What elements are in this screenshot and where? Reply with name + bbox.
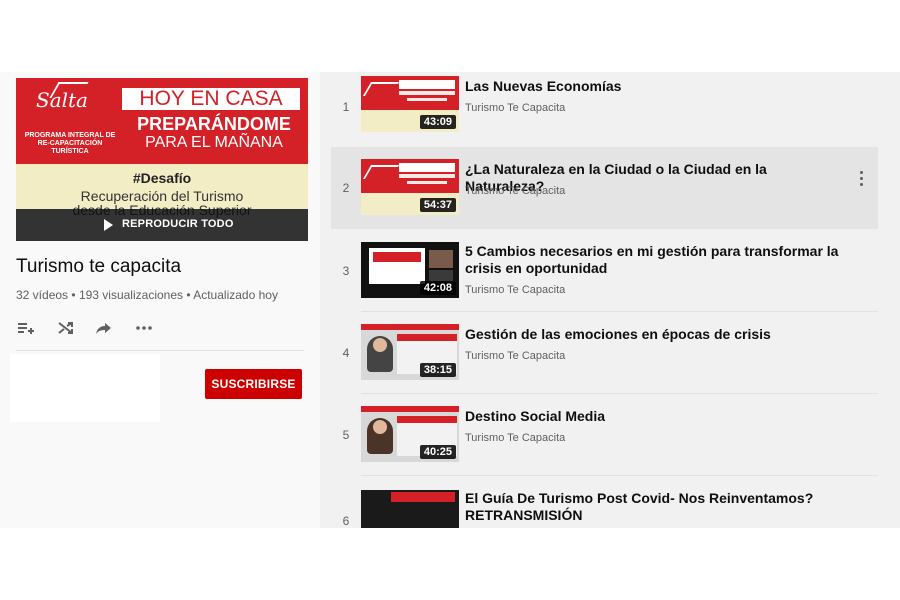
list-item[interactable]: 2 54:37 ¿La Naturaleza en la Ciudad o la… bbox=[331, 147, 878, 229]
video-thumbnail[interactable] bbox=[361, 490, 459, 528]
banner-line-1: HOY EN CASA bbox=[122, 88, 300, 110]
video-duration: 38:15 bbox=[419, 363, 456, 377]
video-index: 1 bbox=[342, 100, 350, 114]
list-item[interactable]: 4 38:15 Gestión de las emociones en époc… bbox=[331, 312, 878, 394]
video-index: 6 bbox=[342, 514, 350, 528]
video-channel[interactable]: Turismo Te Capacita bbox=[465, 185, 565, 197]
video-thumbnail[interactable]: 54:37 bbox=[361, 159, 459, 215]
video-title[interactable]: Las Nuevas Economías bbox=[465, 78, 845, 95]
video-thumbnail[interactable]: 42:08 bbox=[361, 242, 459, 298]
playlist-stats: 32 vídeos • 193 visualizaciones • Actual… bbox=[16, 288, 278, 302]
video-title[interactable]: 5 Cambios necesarios en mi gestión para … bbox=[465, 243, 845, 277]
playlist-actions bbox=[16, 318, 166, 338]
divider bbox=[16, 350, 304, 351]
salta-logo: Salta PROGRAMA INTEGRAL DE RE-CAPACITACI… bbox=[16, 78, 118, 164]
video-count: 32 vídeos bbox=[16, 288, 69, 302]
play-all-button[interactable]: REPRODUCIR TODO bbox=[16, 209, 308, 241]
playlist-banner-thumbnail[interactable]: Salta PROGRAMA INTEGRAL DE RE-CAPACITACI… bbox=[16, 78, 308, 241]
video-duration: 40:25 bbox=[419, 445, 456, 459]
video-channel[interactable]: Turismo Te Capacita bbox=[465, 350, 565, 362]
video-thumbnail[interactable]: 40:25 bbox=[361, 406, 459, 462]
video-duration: 54:37 bbox=[419, 198, 456, 212]
playlist-video-list: 1 43:09 Las Nuevas Economías Turismo Te … bbox=[331, 72, 900, 528]
video-channel[interactable]: Turismo Te Capacita bbox=[465, 284, 565, 296]
video-channel[interactable]: Turismo Te Capacita bbox=[465, 102, 565, 114]
channel-owner-area bbox=[10, 354, 160, 422]
video-title[interactable]: Gestión de las emociones en épocas de cr… bbox=[465, 326, 845, 343]
playlist-title[interactable]: Turismo te capacita bbox=[16, 256, 181, 278]
video-duration: 42:08 bbox=[419, 281, 456, 295]
list-item[interactable]: 6 El Guía De Turismo Post Covid- Nos Rei… bbox=[331, 476, 878, 528]
video-index: 2 bbox=[342, 181, 350, 195]
video-duration: 43:09 bbox=[419, 115, 456, 129]
more-icon[interactable] bbox=[134, 318, 154, 338]
banner-line-3: PARA EL MAÑANA bbox=[145, 134, 283, 151]
share-icon[interactable] bbox=[94, 318, 114, 338]
more-vert-icon[interactable] bbox=[858, 171, 864, 189]
list-item[interactable]: 3 42:08 5 Cambios necesarios en mi gesti… bbox=[331, 230, 878, 312]
banner-hashtag: #Desafío bbox=[132, 170, 192, 186]
program-label: PROGRAMA INTEGRAL DE RE-CAPACITACIÓN TUR… bbox=[24, 132, 116, 155]
list-item[interactable]: 1 43:09 Las Nuevas Economías Turismo Te … bbox=[331, 72, 878, 154]
updated-label: Actualizado hoy bbox=[193, 288, 278, 302]
play-icon bbox=[104, 219, 113, 231]
video-title[interactable]: El Guía De Turismo Post Covid- Nos Reinv… bbox=[465, 490, 845, 524]
shuffle-icon[interactable] bbox=[56, 318, 76, 338]
video-title[interactable]: Destino Social Media bbox=[465, 408, 845, 425]
video-index: 3 bbox=[342, 264, 350, 278]
playlist-sidebar: Salta PROGRAMA INTEGRAL DE RE-CAPACITACI… bbox=[0, 72, 320, 528]
video-channel[interactable]: Turismo Te Capacita bbox=[465, 432, 565, 444]
video-thumbnail[interactable]: 43:09 bbox=[361, 76, 459, 132]
youtube-playlist-page: Salta PROGRAMA INTEGRAL DE RE-CAPACITACI… bbox=[0, 72, 900, 528]
subscribe-button[interactable]: SUSCRIBIRSE bbox=[205, 369, 302, 399]
banner-headline: HOY EN CASA PREPARÁNDOME PARA EL MAÑANA bbox=[122, 88, 306, 158]
video-index: 5 bbox=[342, 428, 350, 442]
view-count: 193 visualizaciones bbox=[78, 288, 183, 302]
banner-line-2: PREPARÁNDOME bbox=[137, 114, 291, 134]
list-item[interactable]: 5 40:25 Destino Social Media Turismo Te … bbox=[331, 394, 878, 476]
play-all-label: REPRODUCIR TODO bbox=[122, 218, 234, 230]
video-index: 4 bbox=[342, 346, 350, 360]
video-thumbnail[interactable]: 38:15 bbox=[361, 324, 459, 380]
add-to-queue-icon[interactable] bbox=[16, 318, 36, 338]
